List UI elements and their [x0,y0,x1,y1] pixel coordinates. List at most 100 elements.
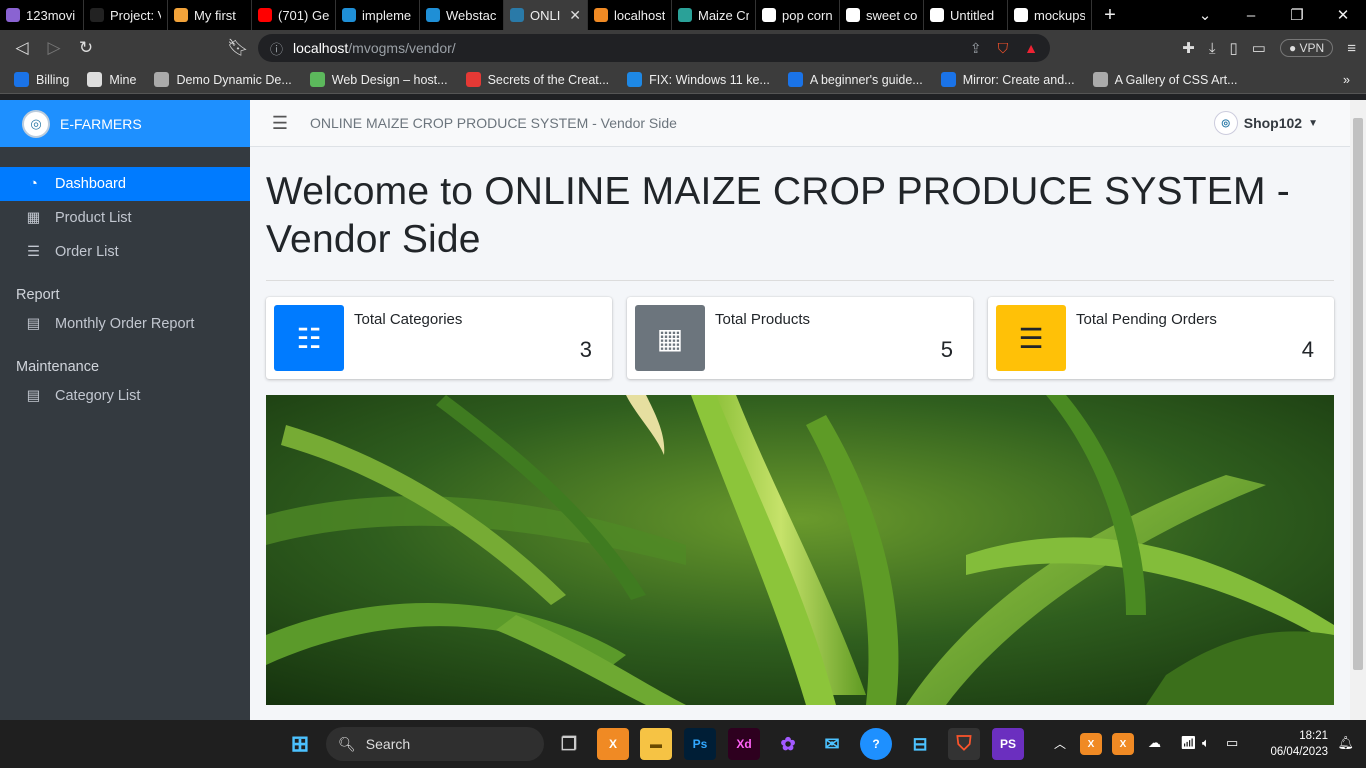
phpstorm-icon[interactable]: PS [992,728,1024,760]
sidebar-item-label: Product List [55,210,132,226]
sidebar-item-monthly-order-report[interactable]: ▤ Monthly Order Report [0,307,250,341]
bookmark-icon[interactable]: 🔖︎ [222,38,254,58]
maximize-button[interactable]: ❐ [1274,0,1320,30]
browser-tab[interactable]: Untitled [924,0,1008,30]
caret-down-icon: ▼ [1308,117,1318,129]
photoshop-icon[interactable]: Ps [684,728,716,760]
adobe-xd-icon[interactable]: Xd [728,728,760,760]
browser-tab[interactable]: 123movi [0,0,84,30]
bookmark-item[interactable]: Demo Dynamic De... [154,72,292,87]
vpn-button[interactable]: ● VPN [1279,39,1334,57]
list-icon: ☰ [27,244,40,260]
windows-start-icon[interactable]: ⊞ [284,728,316,760]
file-explorer-icon[interactable]: ▬ [640,728,672,760]
web-page: ◎ E-FARMERS ◔ Dashboard ▦ Product List ☰ Orde… [0,100,1366,720]
tab-title: Project: V [110,7,161,23]
cloud-icon[interactable]: ☁ [1148,735,1161,751]
tab-search-icon[interactable]: ⌄ [1182,0,1228,30]
info-box-label: Total Products [715,311,811,328]
taskbar-search[interactable]: 🔍︎ Search [326,727,544,761]
google-icon [846,8,860,22]
header-title: ONLINE MAIZE CROP PRODUCE SYSTEM - Vendo… [310,115,677,131]
minimize-button[interactable]: – [1228,0,1274,30]
browser-tab[interactable]: Webstac [420,0,504,30]
help-icon[interactable]: ? [860,728,892,760]
user-dropdown[interactable]: ◎ Shop102 ▼ [1213,111,1318,135]
bookmark-item[interactable]: Billing [14,72,69,87]
more-bookmarks-icon[interactable]: » [1343,73,1350,87]
browser-tab[interactable]: mockups [1008,0,1092,30]
sidebar-item-product-list[interactable]: ▦ Product List [0,201,250,235]
user-avatar: ◎ [1213,111,1238,135]
sidebar-item-category-list[interactable]: ▤ Category List [0,379,250,413]
wifi-icon[interactable]: 📶︎ [1180,735,1197,751]
site-info-icon[interactable]: ⓘ [270,39,283,58]
url-field[interactable]: ⓘ localhost/mvogms/vendor/ ⇪ ⛉ ▲ [258,34,1050,62]
brand-link[interactable]: ◎ E-FARMERS [0,100,250,147]
mail-icon[interactable]: ✉ [816,728,848,760]
wallet-icon[interactable]: ▭ [1252,39,1266,57]
brave-shield-icon[interactable]: ⛉ [998,40,1009,57]
close-tab-icon[interactable]: ✕ [569,7,581,24]
forward-button[interactable]: ▷ [38,38,70,58]
xampp-icon [594,8,608,22]
browser-tab[interactable]: Maize Cr [672,0,756,30]
brave-browser-icon[interactable]: ⛉ [948,728,980,760]
xampp-tray-icon[interactable]: X [1080,733,1102,755]
share-icon[interactable]: ⇪ [970,40,982,57]
info-box: ☷ Total Categories 3 [266,297,612,379]
sidebar-icon[interactable]: ▯ [1230,39,1238,57]
battery-icon[interactable]: ▭ [1226,735,1238,751]
browser-tab[interactable]: My first [168,0,252,30]
brave-rewards-icon[interactable]: ▲ [1024,40,1038,56]
youtube-icon [258,8,272,22]
bookmark-item[interactable]: Web Design – host... [309,72,448,87]
close-window-button[interactable]: ✕ [1320,0,1366,30]
main-content: Welcome to ONLINE MAIZE CROP PRODUCE SYS… [266,147,1334,705]
brand-name: E-FARMERS [60,115,142,132]
bookmark-item[interactable]: Mirror: Create and... [940,72,1075,87]
browser-tab[interactable]: (701) Get [252,0,336,30]
new-tab-button[interactable]: + [1092,4,1128,27]
sidebar-item-order-list[interactable]: ☰ Order List [0,235,250,269]
browser-tab[interactable]: localhost [588,0,672,30]
info-box-label: Total Categories [354,311,463,328]
url-host: localhost [293,40,349,56]
notification-icon[interactable]: 🔔︎ [1337,735,1354,751]
sidebar-item-dashboard[interactable]: ◔ Dashboard [0,167,250,201]
bookmark-item[interactable]: FIX: Windows 11 ke... [627,72,770,87]
task-view-icon[interactable]: ❐ [553,728,585,760]
tab-title: 123movi [26,7,76,23]
xampp-tray-icon-2[interactable]: X [1112,733,1134,755]
hamburger-menu-icon[interactable]: ☰ [250,113,310,134]
browser-tab[interactable]: pop corn [756,0,840,30]
firefox-icon [174,8,188,22]
extensions-icon[interactable]: ✚ [1182,39,1195,57]
download-icon[interactable]: ⤓ [1209,40,1216,57]
browser-tab[interactable]: impleme [336,0,420,30]
system-clock[interactable]: 18:21 06/04/2023 [1270,728,1328,760]
bookmark-item[interactable]: A Gallery of CSS Art... [1092,72,1238,87]
bookmark-item[interactable]: Mine [87,72,136,87]
wifi-icon [14,72,29,87]
bookmark-item[interactable]: A beginner's guide... [787,72,923,87]
figma-icon[interactable]: ✿ [772,728,804,760]
sidebar-menu: ◔ Dashboard ▦ Product List ☰ Order List Repor… [0,167,250,413]
back-button[interactable]: ◁ [6,38,38,58]
browser-tab[interactable]: ONLI ✕ [504,0,588,30]
store-icon[interactable]: ⊟ [904,728,936,760]
boxes-icon: ▦ [26,210,41,226]
tray-overflow-icon[interactable]: ︿ [1054,735,1066,752]
tab-title: pop corn [782,7,833,23]
reload-button[interactable]: ↻ [70,38,102,58]
volume-icon[interactable]: 🔈︎ [1202,735,1210,751]
browser-tab[interactable]: sweet co [840,0,924,30]
tab-title: ONLI [530,7,561,23]
dashboard-icon: ◔ [29,176,38,192]
menu-icon[interactable]: ≡ [1347,40,1356,57]
browser-tab[interactable]: Project: V [84,0,168,30]
bookmark-item[interactable]: Secrets of the Creat... [465,72,609,87]
page-scrollbar[interactable] [1350,100,1366,720]
xampp-icon[interactable]: X [597,728,629,760]
sidebar-item-label: Category List [55,388,141,404]
